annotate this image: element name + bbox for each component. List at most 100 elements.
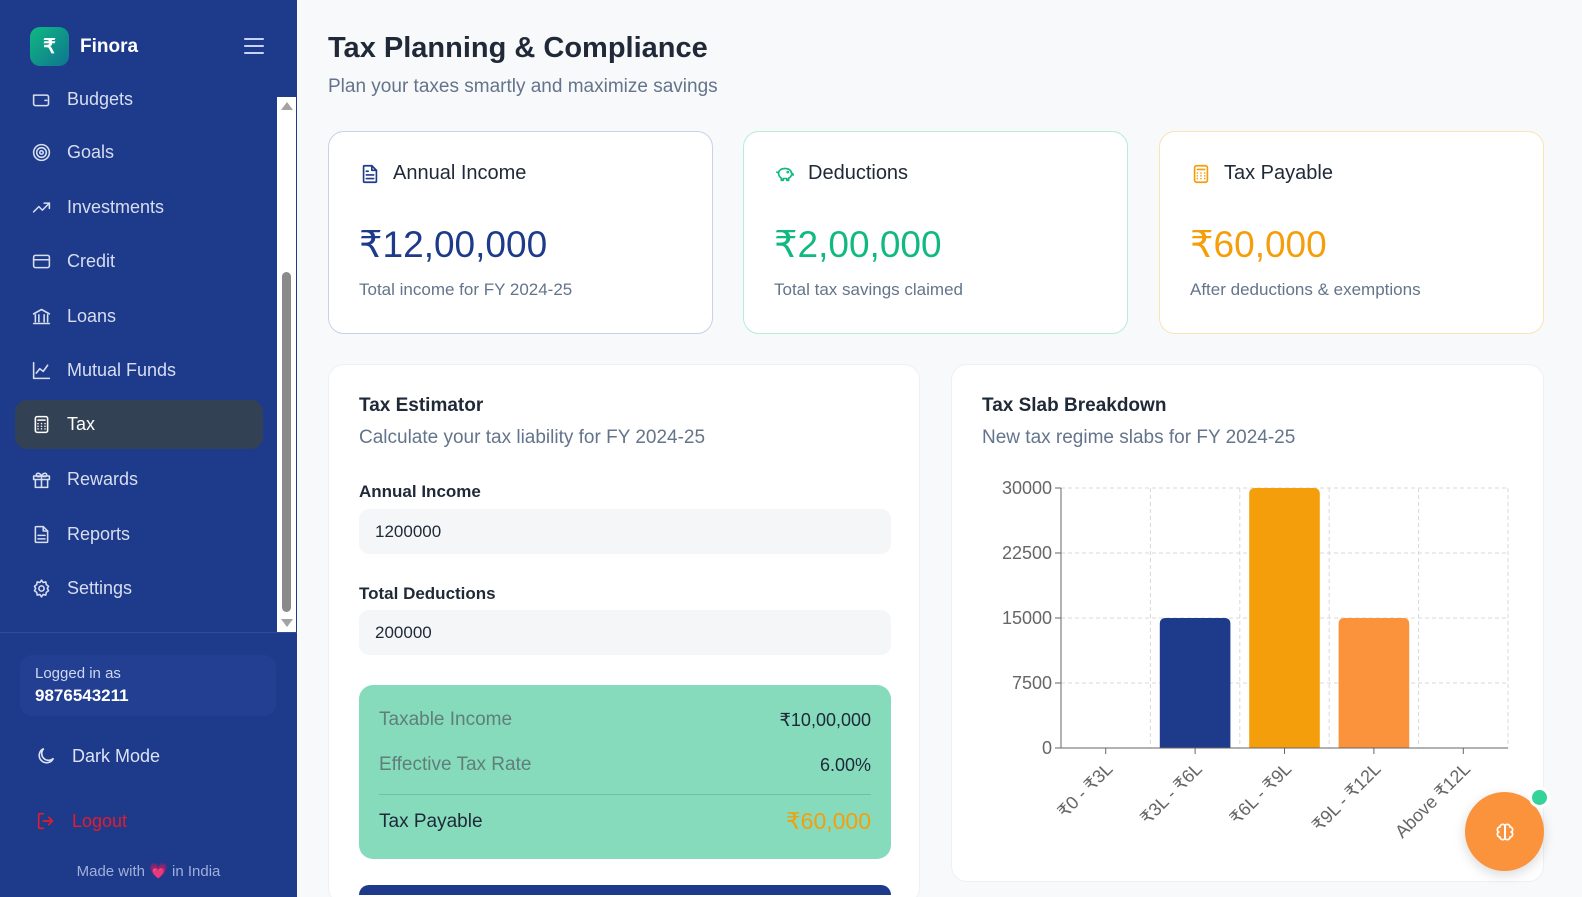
sidebar-item-loans[interactable]: Loans [15,292,263,341]
wallet-icon [30,89,52,111]
y-tick-label: 0 [1042,738,1052,758]
dark-mode-toggle[interactable]: Dark Mode [35,745,160,767]
page-subtitle: Plan your taxes smartly and maximize sav… [328,76,718,97]
heart-icon: 💗 [149,863,168,880]
user-phone: 9876543211 [35,686,129,705]
x-tick-label: ₹6L - ₹9L [1226,759,1295,828]
tax-slab-chart: 0 7500 15000 22500 30000 ₹0 - ₹3L ₹3L - ₹6L ₹6L… [1002,478,1509,842]
brand[interactable]: ₹ Finora [30,27,138,66]
total-deductions-input[interactable] [359,610,891,655]
tax-payable-row: Tax Payable ₹60,000 [379,808,871,835]
total-deductions-label: Total Deductions [359,584,496,603]
card-value: ₹2,00,000 [774,224,942,265]
annual-income-input[interactable] [359,509,891,554]
effective-rate-row: Effective Tax Rate 6.00% [379,754,871,776]
calculate-button[interactable] [359,885,891,895]
bar[interactable] [1249,488,1320,748]
brain-icon [1496,823,1513,840]
x-tick-label: Above ₹12L [1391,759,1474,842]
card-title: Tax Payable [1224,162,1333,184]
logout-label: Logout [72,810,128,831]
moon-icon [38,747,55,764]
y-tick-label: 15000 [1002,608,1052,628]
sidebar-item-label: Rewards [67,469,139,489]
tax-estimator-panel: Tax Estimator Calculate your tax liabili… [328,364,920,897]
sidebar-item-label: Mutual Funds [67,360,177,380]
annual-income-card: Annual Income ₹12,00,000 Total income fo… [328,131,713,334]
sidebar-nav: Budgets Goals Investments Credit Loans M… [0,86,297,632]
y-tick-label: 7500 [1012,673,1052,693]
x-tick-label: ₹3L - ₹6L [1136,759,1205,828]
sidebar-item-label: Goals [67,142,115,162]
card-desc: After deductions & exemptions [1190,280,1421,299]
user-info: Logged in as 9876543211 [20,655,276,716]
tax-slab-panel: Tax Slab Breakdown New tax regime slabs … [951,364,1544,882]
calculator-icon [1193,164,1209,183]
annual-income-label: Annual Income [359,482,481,501]
sidebar-item-label: Budgets [67,89,134,109]
tax-result-box: Taxable Income ₹10,00,000 Effective Tax … [359,685,891,859]
effective-rate-value: 6.00% [819,754,871,775]
line-chart-icon [30,360,52,382]
made-with-footer: Made with 💗 in India [0,862,297,880]
sidebar-item-rewards[interactable]: Rewards [15,455,263,504]
sidebar-divider [0,632,297,633]
sidebar-item-credit[interactable]: Credit [15,237,263,286]
bar[interactable] [1338,618,1410,748]
sidebar-item-label: Tax [67,414,96,434]
sidebar-item-reports[interactable]: Reports [15,510,263,559]
sidebar-item-budgets[interactable]: Budgets [15,86,263,124]
sidebar-item-label: Settings [67,578,133,598]
page-title: Tax Planning & Compliance [328,32,708,64]
piggy-bank-icon [775,167,795,181]
tax-payable-value: ₹60,000 [786,808,871,834]
scroll-thumb[interactable] [282,272,291,612]
menu-toggle-icon[interactable] [244,38,264,54]
user-label: Logged in as [35,665,121,682]
bank-icon [30,306,52,328]
gift-icon [30,469,52,491]
deductions-card: Deductions ₹2,00,000 Total tax savings c… [743,131,1128,334]
card-desc: Total income for FY 2024-25 [359,280,573,299]
calculator-icon [30,414,52,436]
logout-icon [37,812,54,830]
online-status-dot [1529,787,1550,808]
tax-payable-label: Tax Payable [379,810,483,832]
gear-icon [30,578,52,600]
card-title: Annual Income [393,162,527,184]
brand-logo-icon: ₹ [30,27,69,66]
effective-rate-label: Effective Tax Rate [379,754,532,775]
trending-up-icon [30,197,52,219]
sidebar-item-tax[interactable]: Tax [15,400,263,449]
scroll-down-arrow-icon[interactable] [281,619,293,627]
sidebar-item-goals[interactable]: Goals [15,128,263,177]
card-value: ₹12,00,000 [359,224,548,265]
sidebar-item-label: Investments [67,197,165,217]
document-icon [30,524,52,546]
sidebar: ₹ Finora Budgets Goals Investments Credi… [0,0,297,897]
scroll-up-arrow-icon[interactable] [281,102,293,110]
sidebar-item-investments[interactable]: Investments [15,183,263,232]
made-with-suffix: in India [172,863,221,880]
sidebar-item-label: Reports [67,524,131,544]
result-divider [379,794,871,795]
credit-card-icon [30,251,52,273]
document-icon [362,164,378,183]
sidebar-item-settings[interactable]: Settings [15,564,263,613]
bar[interactable] [1159,618,1231,748]
sidebar-item-mutual-funds[interactable]: Mutual Funds [15,346,263,395]
panel-title: Tax Estimator [359,395,484,416]
card-desc: Total tax savings claimed [774,280,963,299]
sidebar-item-label: Loans [67,306,117,326]
card-title: Deductions [808,162,909,184]
sidebar-scrollbar[interactable] [277,97,296,632]
panel-subtitle: Calculate your tax liability for FY 2024… [359,427,706,448]
brand-name: Finora [80,35,139,57]
card-value: ₹60,000 [1190,224,1327,265]
taxable-income-row: Taxable Income ₹10,00,000 [379,709,871,731]
logout-button[interactable]: Logout [35,810,127,832]
tax-payable-card: Tax Payable ₹60,000 After deductions & e… [1159,131,1544,334]
y-tick-label: 22500 [1002,543,1052,563]
taxable-income-value: ₹10,00,000 [779,709,871,730]
made-with-prefix: Made with [76,863,145,880]
